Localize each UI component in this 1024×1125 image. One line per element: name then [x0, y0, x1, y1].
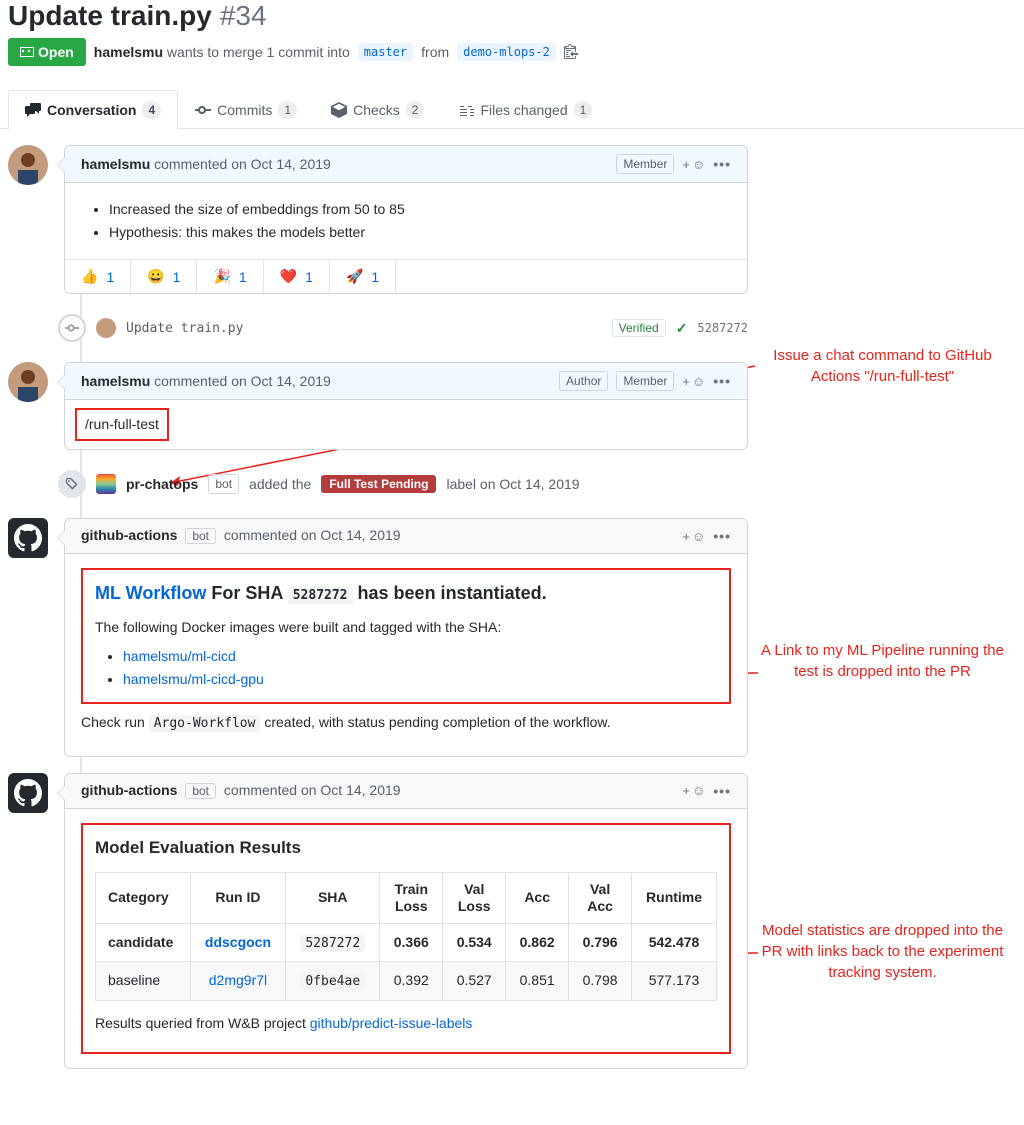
tag-icon: [58, 470, 86, 498]
avatar-github-actions[interactable]: [8, 773, 48, 813]
annotation-3: Model statistics are dropped into the PR…: [760, 920, 1005, 983]
comment-4: github-actions bot commented on Oct 14, …: [64, 773, 748, 1069]
docker-image-link[interactable]: hamelsmu/ml-cicd: [123, 648, 236, 664]
docker-image-link[interactable]: hamelsmu/ml-cicd-gpu: [123, 671, 264, 687]
run-full-test-command: /run-full-test: [75, 408, 169, 441]
comment-3: github-actions bot commented on Oct 14, …: [64, 518, 748, 757]
comment-1: hamelsmu commented on Oct 14, 2019 Membe…: [64, 145, 748, 294]
avatar-hamelsmu[interactable]: [8, 145, 48, 185]
results-title: Model Evaluation Results: [95, 835, 717, 861]
comment-author[interactable]: hamelsmu: [81, 156, 150, 172]
from-text: from: [421, 44, 449, 60]
bot-badge: bot: [208, 474, 239, 494]
add-reaction-icon[interactable]: +☺: [682, 374, 705, 389]
commit-item: Update train.py Verified ✓ 5287272: [8, 310, 748, 346]
commit-avatar[interactable]: [96, 318, 116, 338]
tab-checks[interactable]: Checks2: [314, 90, 441, 129]
add-reaction-icon[interactable]: +☺: [682, 157, 705, 172]
results-table: CategoryRun IDSHA TrainLossValLoss AccVa…: [95, 872, 717, 1001]
add-reaction-icon[interactable]: +☺: [682, 529, 705, 544]
run-id-link[interactable]: d2mg9r7l: [209, 972, 267, 988]
table-row: candidate ddscgocn 5287272 0.366 0.534 0…: [96, 923, 717, 962]
results-footer: Results queried from W&B project github/…: [95, 1013, 717, 1034]
comment-2: hamelsmu commented on Oct 14, 2019 Autho…: [64, 362, 748, 450]
member-badge: Member: [616, 154, 674, 174]
head-branch[interactable]: demo-mlops-2: [457, 43, 556, 61]
reaction-laugh[interactable]: 😀1: [131, 260, 197, 293]
avatar-github-actions[interactable]: [8, 518, 48, 558]
bot-badge: bot: [185, 528, 216, 544]
comment-bullet: Hypothesis: this makes the models better: [109, 222, 731, 243]
comment-menu-icon[interactable]: •••: [713, 156, 731, 172]
bot-badge: bot: [185, 783, 216, 799]
model-eval-box: Model Evaluation Results CategoryRun IDS…: [81, 823, 731, 1054]
workflow-sha: 5287272: [288, 587, 353, 604]
annotation-1: Issue a chat command to GitHub Actions "…: [760, 345, 1005, 387]
author-badge: Author: [559, 371, 608, 391]
pr-state-badge: Open: [8, 38, 86, 66]
annotation-2: A Link to my ML Pipeline running the tes…: [760, 640, 1005, 682]
reaction-hooray[interactable]: 🎉1: [197, 260, 263, 293]
ml-workflow-link[interactable]: ML Workflow: [95, 583, 206, 603]
comment-bullet: Increased the size of embeddings from 50…: [109, 199, 731, 220]
ml-workflow-box: ML Workflow For SHA 5287272 has been ins…: [81, 568, 731, 704]
label-event: pr-chatops bot added the Full Test Pendi…: [8, 466, 748, 502]
reaction-heart[interactable]: ❤️1: [264, 260, 330, 293]
check-run-text: Check run Argo-Workflow created, with st…: [81, 712, 731, 734]
label-actor[interactable]: pr-chatops: [126, 476, 198, 492]
reactions-bar: 👍1 😀1 🎉1 ❤️1 🚀1: [65, 259, 747, 293]
add-reaction-icon[interactable]: +☺: [682, 783, 705, 798]
pr-title: Update train.py: [8, 0, 212, 32]
tab-conversation[interactable]: Conversation4: [8, 90, 178, 129]
comment-author[interactable]: hamelsmu: [81, 373, 150, 389]
comment-menu-icon[interactable]: •••: [713, 373, 731, 389]
tab-commits[interactable]: Commits1: [178, 90, 314, 129]
comment-menu-icon[interactable]: •••: [713, 528, 731, 544]
avatar-hamelsmu[interactable]: [8, 362, 48, 402]
docker-text: The following Docker images were built a…: [95, 617, 717, 638]
pr-merge-text: hamelsmu wants to merge 1 commit into: [94, 44, 350, 60]
commit-sha[interactable]: 5287272: [697, 321, 748, 335]
verified-badge[interactable]: Verified: [612, 319, 666, 337]
commit-message[interactable]: Update train.py: [126, 321, 243, 336]
commit-icon: [58, 314, 86, 342]
base-branch[interactable]: master: [358, 43, 413, 61]
copy-icon[interactable]: [564, 43, 578, 62]
member-badge: Member: [616, 371, 674, 391]
run-id-link[interactable]: ddscgocn: [205, 934, 271, 950]
pr-tabs: Conversation4 Commits1 Checks2 Files cha…: [0, 90, 1024, 129]
comment-author[interactable]: github-actions: [81, 527, 177, 543]
comment-author[interactable]: github-actions: [81, 782, 177, 798]
reaction-thumbsup[interactable]: 👍1: [65, 260, 131, 293]
table-row: baseline d2mg9r7l 0fbe4ae 0.392 0.527 0.…: [96, 962, 717, 1001]
reaction-rocket[interactable]: 🚀1: [330, 260, 396, 293]
label-chip[interactable]: Full Test Pending: [321, 475, 436, 493]
bot-avatar[interactable]: [96, 474, 116, 494]
tab-files[interactable]: Files changed1: [441, 90, 609, 129]
comment-menu-icon[interactable]: •••: [713, 783, 731, 799]
pr-number: #34: [220, 0, 267, 32]
check-icon[interactable]: ✓: [676, 320, 688, 337]
wandb-project-link[interactable]: github/predict-issue-labels: [310, 1015, 473, 1031]
